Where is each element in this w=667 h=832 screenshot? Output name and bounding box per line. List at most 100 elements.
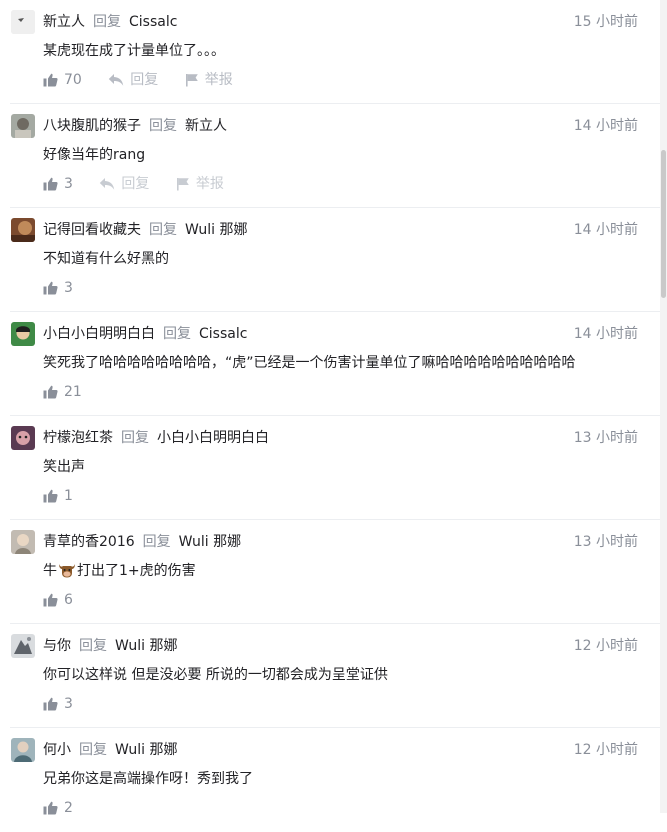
comment-header: 柠檬泡红茶 回复 小白小白明明白白 (43, 428, 269, 448)
like-count: 2 (64, 800, 73, 816)
reply-target-username[interactable]: Cissalc (129, 14, 177, 30)
comment-actions: 1 (43, 486, 95, 506)
username[interactable]: 小白小白明明白白 (43, 326, 155, 342)
timestamp: 12 小时前 (573, 638, 638, 654)
like-count: 3 (64, 176, 73, 192)
reply-label: 回复 (130, 72, 159, 88)
avatar[interactable] (11, 530, 35, 554)
comment-text: 好像当年的rang (43, 147, 146, 163)
reply-word: 回复 (163, 326, 191, 342)
thumb-up-icon (43, 593, 58, 607)
like-button[interactable]: 21 (43, 382, 82, 402)
avatar[interactable] (11, 634, 35, 658)
comment-item: 记得回看收藏夫 回复 Wuli 那娜 14 小时前 不知道有什么好黑的 3 (0, 208, 660, 312)
comment-header: 青草的香2016 回复 Wuli 那娜 (43, 532, 241, 552)
reply-target-username[interactable]: Wuli 那娜 (115, 638, 177, 654)
comment-item: 小白小白明明白白 回复 Cissalc 14 小时前 笑死我了哈哈哈哈哈哈哈哈，“虎… (0, 312, 660, 416)
reply-word: 回复 (142, 534, 171, 550)
reply-arrow-icon (109, 74, 124, 86)
like-count: 6 (64, 592, 73, 608)
reply-button[interactable]: 回复 (108, 70, 158, 90)
reply-button[interactable]: 回复 (99, 174, 149, 194)
reply-word: 回复 (149, 118, 177, 134)
like-button[interactable]: 2 (43, 798, 73, 818)
reply-target-username[interactable]: Wuli 那娜 (115, 742, 177, 758)
like-count: 3 (64, 280, 73, 296)
reply-target-username[interactable]: 小白小白明明白白 (157, 430, 269, 446)
timestamp: 14 小时前 (573, 118, 638, 134)
report-button[interactable]: 举报 (185, 70, 233, 90)
comment-item: 柠檬泡红茶 回复 小白小白明明白白 13 小时前 笑出声 1 (0, 416, 660, 520)
scrollbar[interactable] (660, 0, 667, 813)
avatar[interactable] (11, 114, 35, 138)
reply-word: 回复 (93, 14, 121, 30)
timestamp: 12 小时前 (573, 742, 638, 758)
comment-header: 何小 回复 Wuli 那娜 (43, 740, 177, 760)
reply-word: 回复 (121, 430, 149, 446)
comment-actions: 3 回复 举报 (43, 174, 246, 194)
reply-target-username[interactable]: Wuli 那娜 (179, 534, 241, 550)
comment-text-part: 牛 (43, 563, 57, 579)
flag-icon (176, 178, 189, 191)
reply-word: 回复 (149, 222, 177, 238)
like-button[interactable]: 70 (43, 70, 82, 90)
avatar[interactable] (11, 10, 35, 34)
comment-header: 记得回看收藏夫 回复 Wuli 那娜 (43, 220, 247, 240)
comment-text: 不知道有什么好黑的 (43, 251, 169, 267)
reply-word: 回复 (79, 638, 107, 654)
username[interactable]: 八块腹肌的猴子 (43, 118, 141, 134)
username[interactable]: 何小 (43, 742, 71, 758)
thumb-up-icon (43, 697, 58, 711)
reply-target-username[interactable]: Cissalc (199, 326, 247, 342)
reply-target-username[interactable]: Wuli 那娜 (185, 222, 247, 238)
comment-item: 八块腹肌的猴子 回复 新立人 14 小时前 好像当年的rang 3 回复 举报 (0, 104, 660, 208)
username[interactable]: 青草的香2016 (43, 534, 135, 550)
avatar[interactable] (11, 426, 35, 450)
scrollbar-thumb[interactable] (661, 150, 666, 298)
like-button[interactable]: 3 (43, 278, 73, 298)
timestamp: 14 小时前 (573, 326, 638, 342)
reply-target-username[interactable]: 新立人 (185, 118, 227, 134)
comment-actions: 70 回复 举报 (43, 70, 255, 90)
comment-header: 新立人 回复 Cissalc (43, 12, 177, 32)
like-button[interactable]: 6 (43, 590, 73, 610)
avatar[interactable] (11, 218, 35, 242)
comment-header: 八块腹肌的猴子 回复 新立人 (43, 116, 227, 136)
like-count: 1 (64, 488, 73, 504)
comment-text: 笑死我了哈哈哈哈哈哈哈哈，“虎”已经是一个伤害计量单位了嘛哈哈哈哈哈哈哈哈哈哈 (43, 355, 576, 371)
comment-actions: 6 (43, 590, 95, 610)
like-button[interactable]: 1 (43, 486, 73, 506)
comment-text: 笑出声 (43, 459, 85, 475)
avatar[interactable] (11, 738, 35, 762)
comment-actions: 3 (43, 278, 95, 298)
like-count: 70 (64, 72, 82, 88)
report-label: 举报 (195, 176, 224, 192)
comment-item: 新立人 回复 Cissalc 15 小时前 某虎现在成了计量单位了。。。 70 回复… (0, 0, 660, 104)
avatar[interactable] (11, 322, 35, 346)
timestamp: 13 小时前 (573, 534, 638, 550)
ox-emoji-icon (59, 564, 75, 578)
like-button[interactable]: 3 (43, 694, 73, 714)
comment-list: 新立人 回复 Cissalc 15 小时前 某虎现在成了计量单位了。。。 70 回复… (0, 0, 660, 816)
timestamp: 14 小时前 (573, 222, 638, 238)
comment-text: 某虎现在成了计量单位了。。。 (43, 43, 225, 59)
like-button[interactable]: 3 (43, 174, 73, 194)
username[interactable]: 柠檬泡红茶 (43, 430, 113, 446)
flag-icon (185, 74, 198, 87)
comment-text: 牛 打出了1+虎的伤害 (43, 560, 196, 582)
comment-text: 兄弟你这是高端操作呀！秀到我了 (43, 771, 253, 787)
username[interactable]: 记得回看收藏夫 (43, 222, 141, 238)
thumb-up-icon (43, 177, 58, 191)
comment-header: 与你 回复 Wuli 那娜 (43, 636, 177, 656)
timestamp: 13 小时前 (573, 430, 638, 446)
reply-word: 回复 (79, 742, 107, 758)
username[interactable]: 与你 (43, 638, 71, 654)
report-button[interactable]: 举报 (176, 174, 224, 194)
report-label: 举报 (204, 72, 233, 88)
username[interactable]: 新立人 (43, 14, 85, 30)
comment-text: 你可以这样说 但是没必要 所说的一切都会成为呈堂证供 (43, 667, 388, 683)
thumb-up-icon (43, 73, 58, 87)
thumb-up-icon (43, 385, 58, 399)
like-count: 21 (64, 384, 82, 400)
like-count: 3 (64, 696, 73, 712)
